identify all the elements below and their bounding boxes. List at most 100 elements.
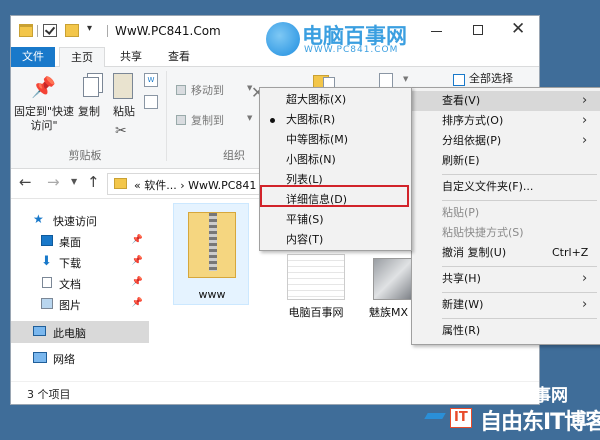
maximize-button[interactable] <box>473 25 483 35</box>
sidebar-item-label: 快速访问 <box>53 215 97 228</box>
sidebar-item-label: 下载 <box>59 257 81 270</box>
submenu-item-extra-large-icons[interactable]: 超大图标(X) <box>260 90 411 110</box>
network-icon <box>33 352 47 363</box>
up-arrow-icon[interactable]: ↑ <box>87 173 100 191</box>
menu-item-label: 新建(W) <box>442 298 484 311</box>
status-bar: 3 个项目 <box>11 381 539 404</box>
menu-item-group-by[interactable]: 分组依据(P) › <box>412 131 600 151</box>
sidebar-item-downloads[interactable]: ⬇ 下载 📌 <box>11 252 149 272</box>
copy-button[interactable]: 复制 <box>75 105 103 119</box>
sidebar-item-label: 此电脑 <box>53 327 86 340</box>
chevron-down-icon: ▼ <box>403 75 409 83</box>
file-name[interactable]: 电脑百事网 <box>271 304 361 320</box>
menu-item-label: 大图标(R) <box>286 113 336 126</box>
image-thumbnail[interactable] <box>373 258 413 300</box>
menu-item-view[interactable]: 查看(V) › <box>412 91 600 111</box>
document-thumbnail[interactable] <box>287 254 345 300</box>
menu-item-undo-copy[interactable]: 撤消 复制(U) Ctrl+Z <box>412 243 600 263</box>
copy-path-icon[interactable]: W <box>144 73 158 87</box>
tab-share[interactable]: 共享 <box>109 47 153 67</box>
pin-icon[interactable]: 📌 <box>31 75 56 101</box>
address-path[interactable]: « 软件... › WwW.PC841 › <box>134 177 264 193</box>
sidebar-item-this-pc[interactable]: 此电脑 <box>11 321 149 343</box>
red-highlight-box <box>260 185 409 207</box>
submenu-item-tiles[interactable]: 平铺(S) <box>260 210 411 230</box>
it-logo-icon: IT <box>450 408 472 428</box>
submenu-item-small-icons[interactable]: 小图标(N) <box>260 150 411 170</box>
minimize-button[interactable] <box>431 31 442 32</box>
navigation-pane: ★ 快速访问 桌面 📌 ⬇ 下载 📌 文档 📌 图片 📌 此电脑 网络 <box>11 200 149 380</box>
title-divider <box>37 25 38 37</box>
chevron-right-icon: › <box>582 93 588 108</box>
clipboard-group-label: 剪贴板 <box>68 149 102 162</box>
it-logo-text: IT <box>454 410 468 425</box>
move-to-button[interactable]: 移动到 <box>191 82 224 98</box>
sidebar-item-pictures[interactable]: 图片 📌 <box>11 294 149 314</box>
tab-home[interactable]: 主页 <box>59 47 105 68</box>
cut-icon[interactable]: ✂ <box>115 123 127 139</box>
ribbon-divider <box>166 71 167 161</box>
watermark-url: WWW.PC841.COM <box>304 45 399 55</box>
chevron-right-icon: › <box>582 271 588 286</box>
file-item-www[interactable]: www <box>173 203 249 305</box>
address-bar[interactable]: « 软件... › WwW.PC841 › <box>107 173 277 195</box>
close-button[interactable]: ✕ <box>511 19 525 39</box>
menu-item-label: 平铺(S) <box>286 213 324 226</box>
tab-file[interactable]: 文件 <box>11 47 55 67</box>
pin-icon: 📌 <box>131 277 143 287</box>
computer-icon <box>33 326 46 336</box>
submenu-item-large-icons[interactable]: 大图标(R) <box>260 110 411 130</box>
menu-separator <box>442 266 597 267</box>
context-menu: 查看(V) › 排序方式(O) › 分组依据(P) › 刷新(E) 自定义文件夹… <box>411 87 600 345</box>
select-all-button[interactable]: 全部选择 <box>469 72 513 86</box>
menu-item-label: 撤消 复制(U) <box>442 246 507 259</box>
watermark-blog: 自由东IT博客 <box>480 410 600 435</box>
forward-arrow-icon[interactable]: → <box>47 173 60 191</box>
new-folder-icon[interactable] <box>65 24 79 37</box>
menu-item-paste-shortcut: 粘贴快捷方式(S) <box>412 223 600 243</box>
pin-icon: 📌 <box>131 256 143 266</box>
paste-button[interactable]: 粘贴 <box>108 105 140 119</box>
chevron-right-icon: › <box>582 113 588 128</box>
menu-item-refresh[interactable]: 刷新(E) <box>412 151 600 171</box>
copy-icon[interactable] <box>83 77 99 97</box>
menu-item-properties[interactable]: 属性(R) <box>412 321 600 341</box>
brand-logo-icon <box>266 22 300 56</box>
pin-icon: 📌 <box>131 298 143 308</box>
sidebar-item-label: 网络 <box>53 353 75 366</box>
chevron-down-icon: ▼ <box>247 114 253 122</box>
menu-item-label: 粘贴(P) <box>442 206 480 219</box>
menu-separator <box>442 292 597 293</box>
customize-quick-access-icon[interactable]: ▾ <box>87 23 92 34</box>
sidebar-item-quick-access[interactable]: ★ 快速访问 <box>11 210 149 230</box>
menu-item-label: 超大图标(X) <box>286 93 347 106</box>
submenu-item-medium-icons[interactable]: 中等图标(M) <box>260 130 411 150</box>
picture-icon <box>41 298 53 309</box>
paste-icon[interactable] <box>113 73 133 99</box>
properties-check-icon[interactable] <box>43 24 57 37</box>
sidebar-item-network[interactable]: 网络 <box>11 348 149 368</box>
chevron-down-icon[interactable]: ▼ <box>71 177 77 186</box>
sidebar-item-desktop[interactable]: 桌面 📌 <box>11 231 149 251</box>
menu-item-share[interactable]: 共享(H) › <box>412 269 600 289</box>
watermark-dash <box>424 413 446 419</box>
back-arrow-icon[interactable]: ← <box>19 173 32 191</box>
menu-item-shortcut: Ctrl+Z <box>552 246 589 259</box>
submenu-item-content[interactable]: 内容(T) <box>260 230 411 250</box>
pin-to-quick-access-button[interactable]: 固定到"快速访问" <box>13 105 75 133</box>
sidebar-item-documents[interactable]: 文档 📌 <box>11 273 149 293</box>
paste-shortcut-icon[interactable] <box>144 95 158 109</box>
menu-item-customize-folder[interactable]: 自定义文件夹(F)... <box>412 177 600 197</box>
tab-view[interactable]: 查看 <box>157 47 201 67</box>
zipper-stripe <box>209 213 217 271</box>
view-submenu: 超大图标(X) 大图标(R) 中等图标(M) 小图标(N) 列表(L) 详细信息… <box>259 87 412 251</box>
copy-to-icon <box>176 115 186 125</box>
star-icon: ★ <box>33 212 44 226</box>
menu-item-new[interactable]: 新建(W) › <box>412 295 600 315</box>
menu-item-label: 自定义文件夹(F)... <box>442 180 534 193</box>
select-all-icon[interactable] <box>453 74 465 86</box>
copy-to-button[interactable]: 复制到 <box>191 112 224 128</box>
watermark-brand-bottom: 脑百事网 <box>500 386 568 406</box>
menu-item-sort[interactable]: 排序方式(O) › <box>412 111 600 131</box>
pin-icon: 📌 <box>131 235 143 245</box>
